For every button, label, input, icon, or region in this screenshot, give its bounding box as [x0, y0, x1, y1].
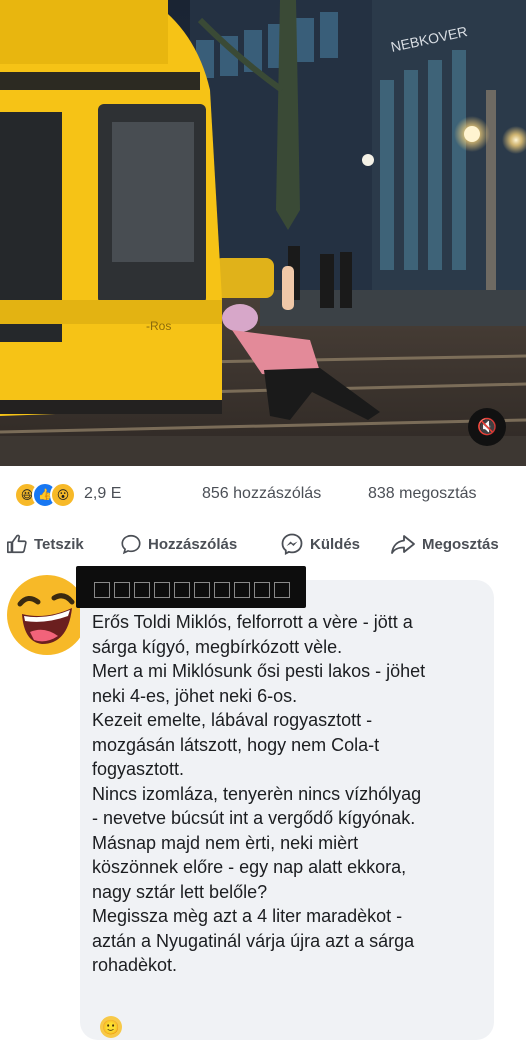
slight-smile-emoji: 🙂: [100, 1016, 122, 1038]
comment-bubble-icon: [121, 534, 141, 555]
tram-marking: -Ros: [146, 319, 171, 333]
video-player[interactable]: NEBKOVER -Ros 🔇: [0, 0, 526, 466]
send-button[interactable]: Küldés: [280, 530, 360, 558]
thumbs-up-icon: [7, 534, 27, 554]
redacted-author-name: [76, 566, 306, 608]
wow-icon: 😮: [50, 482, 76, 508]
post-stats-bar: 😆 👍 😮 2,9 E 856 hozzászólás 838 megosztá…: [0, 466, 526, 524]
like-button[interactable]: Tetszik: [6, 530, 84, 558]
comment-button[interactable]: Hozzászólás: [120, 530, 237, 558]
share-button[interactable]: Megosztás: [390, 530, 499, 558]
reaction-count[interactable]: 2,9 E: [84, 485, 121, 503]
comments-count[interactable]: 856 hozzászólás: [202, 485, 321, 503]
shares-count[interactable]: 838 megosztás: [368, 485, 477, 503]
reaction-icons[interactable]: 😆 👍 😮: [14, 482, 76, 508]
post-action-bar: Tetszik Hozzászólás Küldés Megosztás: [0, 524, 526, 564]
share-label: Megosztás: [422, 535, 499, 553]
send-label: Küldés: [310, 535, 361, 553]
share-arrow-icon: [391, 535, 415, 554]
speaker-muted-icon: 🔇: [477, 419, 497, 436]
mute-button[interactable]: 🔇: [468, 408, 506, 446]
messenger-icon: [281, 533, 303, 555]
redaction-boxes: [94, 582, 290, 598]
comment-text: Erős Toldi Miklós, felforrott a vère - j…: [92, 612, 426, 975]
like-label: Tetszik: [34, 535, 84, 553]
comment-label: Hozzászólás: [148, 535, 238, 553]
video-frame-scene: NEBKOVER -Ros: [0, 0, 526, 466]
